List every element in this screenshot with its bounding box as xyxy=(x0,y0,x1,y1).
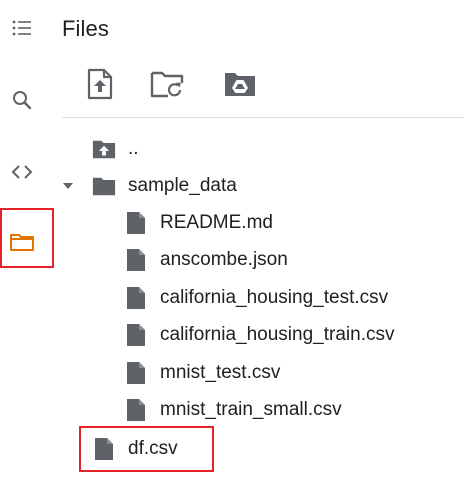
file-icon xyxy=(124,248,148,272)
file-row[interactable]: README.md xyxy=(124,208,273,238)
files-button-highlight xyxy=(0,208,54,268)
file-row[interactable]: california_housing_test.csv xyxy=(124,283,388,313)
upload-button[interactable] xyxy=(80,66,120,106)
folder-refresh-icon xyxy=(150,69,186,104)
drive-folder-icon xyxy=(223,70,257,103)
table-of-contents-button[interactable] xyxy=(2,8,42,48)
file-label: california_housing_train.csv xyxy=(160,324,395,345)
folder-icon xyxy=(92,174,116,198)
upload-file-icon xyxy=(86,68,114,105)
parent-directory-label: .. xyxy=(128,138,139,159)
file-icon xyxy=(124,323,148,347)
toolbar-divider xyxy=(62,117,464,118)
df-csv-highlight xyxy=(79,426,214,472)
search-button[interactable] xyxy=(2,80,42,120)
search-icon xyxy=(10,88,34,112)
file-icon xyxy=(124,286,148,310)
mount-drive-button[interactable] xyxy=(220,66,260,106)
file-label: README.md xyxy=(160,212,273,233)
code-icon xyxy=(10,160,34,184)
file-row[interactable]: anscombe.json xyxy=(124,245,288,275)
file-label: california_housing_test.csv xyxy=(160,287,389,308)
file-row[interactable]: california_housing_train.csv xyxy=(124,320,394,350)
folder-label: sample_data xyxy=(128,175,237,196)
file-row[interactable]: mnist_test.csv xyxy=(124,358,280,388)
file-icon xyxy=(124,398,148,422)
parent-directory-row[interactable]: .. xyxy=(92,134,139,164)
refresh-button[interactable] xyxy=(148,66,188,106)
file-label: mnist_test.csv xyxy=(160,362,281,383)
file-label: anscombe.json xyxy=(160,249,288,270)
folder-up-icon xyxy=(92,137,116,161)
file-icon xyxy=(124,361,148,385)
code-snippets-button[interactable] xyxy=(2,152,42,192)
collapse-arrow-icon[interactable] xyxy=(60,178,76,194)
folder-row-sample-data[interactable]: sample_data xyxy=(92,171,237,201)
file-icon xyxy=(124,211,148,235)
file-label: mnist_train_small.csv xyxy=(160,399,342,420)
list-icon xyxy=(10,16,34,40)
panel-title: Files xyxy=(62,16,109,41)
file-row[interactable]: mnist_train_small.csv xyxy=(124,395,342,425)
